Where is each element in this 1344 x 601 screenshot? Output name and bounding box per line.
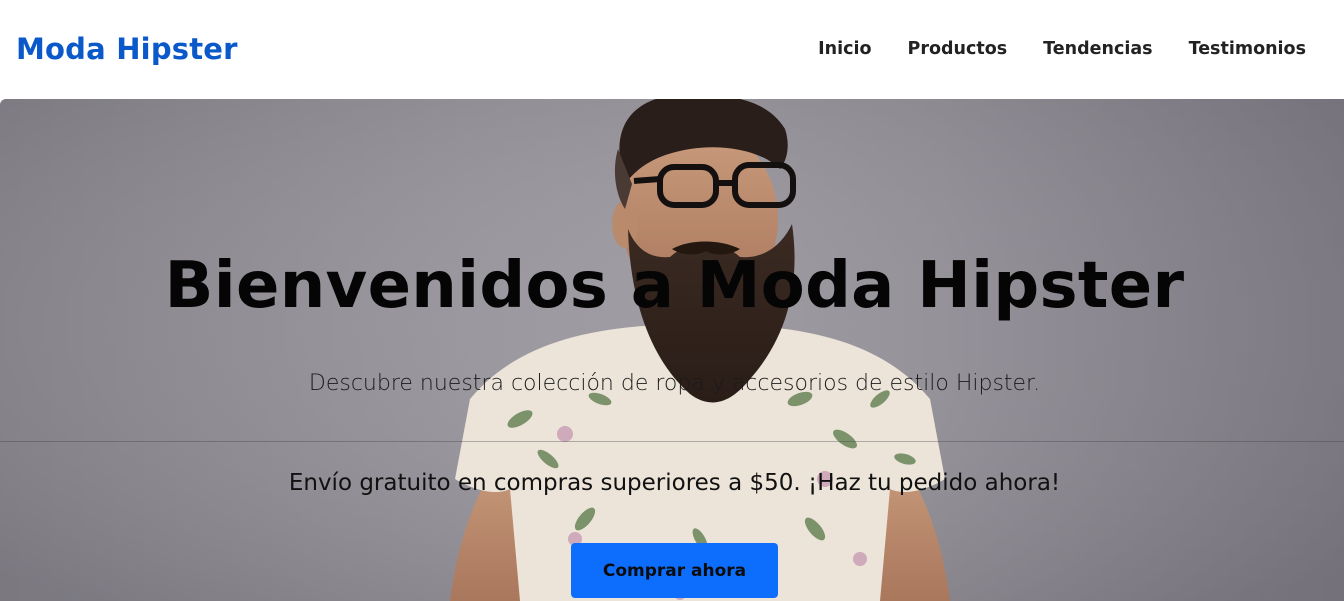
hero-divider	[0, 441, 1344, 442]
hero-subtitle: Descubre nuestra colección de ropa y acc…	[308, 371, 1041, 396]
hero-section: Bienvenidos a Moda Hipster Descubre nues…	[0, 99, 1344, 601]
nav-link-inicio[interactable]: Inicio	[818, 39, 871, 59]
nav-link-testimonios[interactable]: Testimonios	[1189, 39, 1306, 59]
hero-content: Bienvenidos a Moda Hipster Descubre nues…	[0, 99, 1344, 601]
brand-logo[interactable]: Moda Hipster	[16, 32, 238, 66]
promo-text: Envío gratuito en compras superiores a $…	[288, 470, 1061, 496]
hero-title: Bienvenidos a Moda Hipster	[164, 249, 1185, 323]
main-nav: Inicio Productos Tendencias Testimonios	[818, 39, 1306, 59]
navbar: Moda Hipster Inicio Productos Tendencias…	[0, 0, 1344, 99]
nav-link-productos[interactable]: Productos	[908, 39, 1008, 59]
shop-now-button[interactable]: Comprar ahora	[571, 543, 778, 598]
nav-link-tendencias[interactable]: Tendencias	[1043, 39, 1152, 59]
